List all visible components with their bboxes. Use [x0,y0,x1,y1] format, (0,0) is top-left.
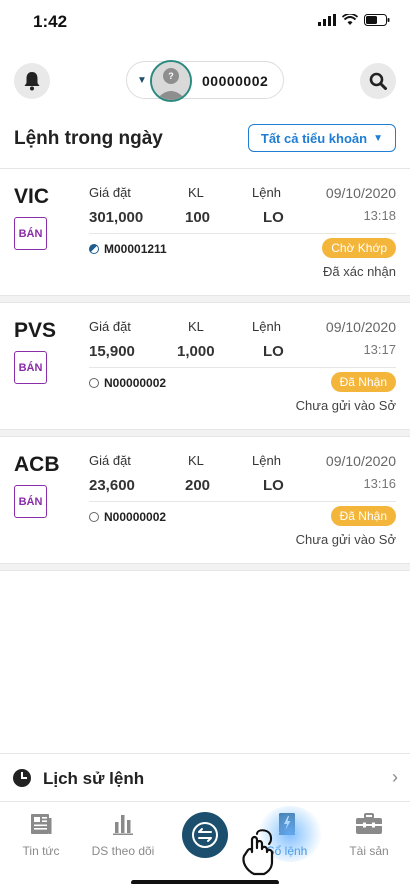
price-label: Giá đặt [89,185,131,200]
order-history-label: Lịch sử lệnh [43,769,145,788]
order-side-badge: BÁN [14,485,47,518]
nav-news-label: Tin tức [22,844,60,858]
briefcase-icon [356,813,382,834]
account-id: 00000002 [202,73,269,89]
divider [89,233,396,234]
newspaper-icon [31,814,52,834]
order-type: LO [263,209,284,226]
clock-icon [13,769,31,787]
order-account: N00000002 [104,376,167,390]
order-qty: 100 [185,209,211,226]
order-status-badge: Chờ Khớp [322,238,396,258]
qty-label: KL [188,319,204,334]
account-type-icon [89,244,99,254]
bell-icon [24,72,40,91]
qty-label: KL [188,185,204,200]
order-price: 301,000 [89,209,144,226]
tap-hand-icon [242,829,274,876]
order-qty: 1,000 [177,343,215,360]
subaccount-filter-label: Tất cả tiểu khoản [260,130,368,146]
order-type: LO [263,477,284,494]
wifi-icon [342,14,358,25]
order-status-badge: Đã Nhận [330,506,396,526]
caret-down-icon: ▼ [137,75,147,86]
order-card-vic[interactable]: VIC BÁN Giá đặt KL Lệnh 301,000 100 LO 0… [0,169,410,295]
order-history-row[interactable]: Lịch sử lệnh › [0,753,410,801]
order-side-badge: BÁN [14,351,47,384]
order-time: 13:16 [363,476,396,491]
divider [0,563,410,571]
order-date: 09/10/2020 [325,319,396,335]
avatar: ? [150,60,192,102]
order-price: 15,900 [89,343,135,360]
status-bar: 1:42 [0,0,410,44]
battery-icon [364,14,390,26]
divider [0,295,410,303]
signal-icon [318,14,336,26]
order-card-acb[interactable]: ACB BÁN Giá đặt KL Lệnh 23,600 200 LO 09… [0,437,410,563]
order-type-label: Lệnh [252,185,281,200]
order-type-label: Lệnh [252,319,281,334]
order-qty: 200 [185,477,211,494]
nav-watchlist-label: DS theo dõi [91,844,155,858]
exchange-icon [192,822,218,848]
home-indicator [131,880,279,884]
chevron-right-icon: › [392,767,398,787]
order-symbol: VIC [14,185,50,208]
account-selector[interactable]: ▼ ? 00000002 [126,60,284,102]
bar-chart-icon [113,815,133,835]
order-card-pvs[interactable]: PVS BÁN Giá đặt KL Lệnh 15,900 1,000 LO … [0,303,410,429]
status-icons [318,14,390,26]
divider [0,429,410,437]
order-type: LO [263,343,284,360]
page-title: Lệnh trong ngày [14,128,163,149]
svg-text:?: ? [168,71,174,81]
account-type-icon [89,512,99,522]
search-icon [369,72,387,90]
status-time: 1:42 [33,12,68,31]
caret-down-icon: ▼ [373,132,383,144]
order-list: VIC BÁN Giá đặt KL Lệnh 301,000 100 LO 0… [0,169,410,571]
order-account: M00001211 [104,242,167,256]
order-substatus: Đã xác nhận [323,264,396,279]
order-time: 13:18 [363,208,396,223]
order-type-label: Lệnh [252,453,281,468]
qty-label: KL [188,453,204,468]
order-symbol: PVS [14,319,57,342]
divider [89,501,396,502]
account-type-icon [89,378,99,388]
nav-trade[interactable] [164,802,246,862]
nav-assets[interactable]: Tài sản [328,802,410,862]
notification-button[interactable] [14,63,50,99]
divider [89,367,396,368]
order-substatus: Chưa gửi vào Sở [295,532,396,547]
order-time: 13:17 [363,342,396,357]
order-symbol: ACB [14,453,60,476]
nav-news[interactable]: Tin tức [0,802,82,862]
nav-assets-label: Tài sản [349,844,389,858]
bottom-nav: Tin tức DS theo dõi Sổ lệnh Tài sản [0,801,410,884]
order-date: 09/10/2020 [325,453,396,469]
search-button[interactable] [360,63,396,99]
price-label: Giá đặt [89,319,131,334]
order-date: 09/10/2020 [325,185,396,201]
order-substatus: Chưa gửi vào Sở [295,398,396,413]
order-account: N00000002 [104,510,167,524]
order-side-badge: BÁN [14,217,47,250]
app-header: ▼ ? 00000002 [0,58,410,104]
subaccount-filter[interactable]: Tất cả tiểu khoản ▼ [247,124,396,152]
order-price: 23,600 [89,477,135,494]
nav-watchlist[interactable]: DS theo dõi [82,802,164,862]
trade-button[interactable] [182,812,228,858]
order-status-badge: Đã Nhận [330,372,396,392]
price-label: Giá đặt [89,453,131,468]
